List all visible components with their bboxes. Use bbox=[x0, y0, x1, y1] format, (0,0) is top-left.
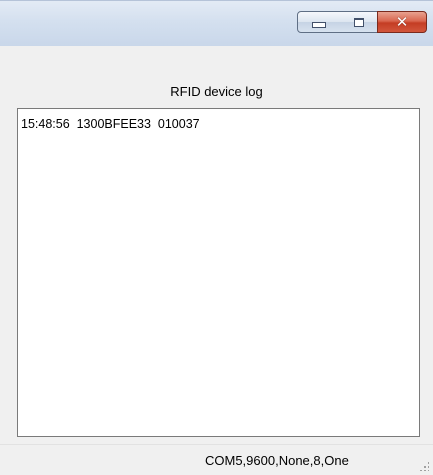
status-bar: COM5,9600,None,8,One bbox=[0, 444, 433, 475]
close-button[interactable]: ✕ bbox=[377, 11, 427, 33]
close-icon: ✕ bbox=[395, 13, 409, 31]
minimize-icon bbox=[312, 22, 326, 28]
log-listbox[interactable]: 15:48:56 1300BFEE33 010037 bbox=[17, 108, 420, 437]
title-bar[interactable]: ✕ bbox=[0, 0, 433, 46]
maximize-icon bbox=[353, 17, 364, 27]
log-entry[interactable]: 15:48:56 1300BFEE33 010037 bbox=[21, 117, 200, 131]
resize-grip-icon[interactable] bbox=[419, 461, 429, 471]
menu-strip bbox=[0, 46, 433, 80]
minimize-button[interactable] bbox=[297, 11, 341, 33]
app-window: ✕ RFID device log 15:48:56 1300BFEE33 01… bbox=[0, 0, 433, 475]
maximize-button[interactable] bbox=[340, 11, 378, 33]
port-settings-status: COM5,9600,None,8,One bbox=[205, 453, 349, 468]
log-label: RFID device log bbox=[170, 84, 263, 99]
